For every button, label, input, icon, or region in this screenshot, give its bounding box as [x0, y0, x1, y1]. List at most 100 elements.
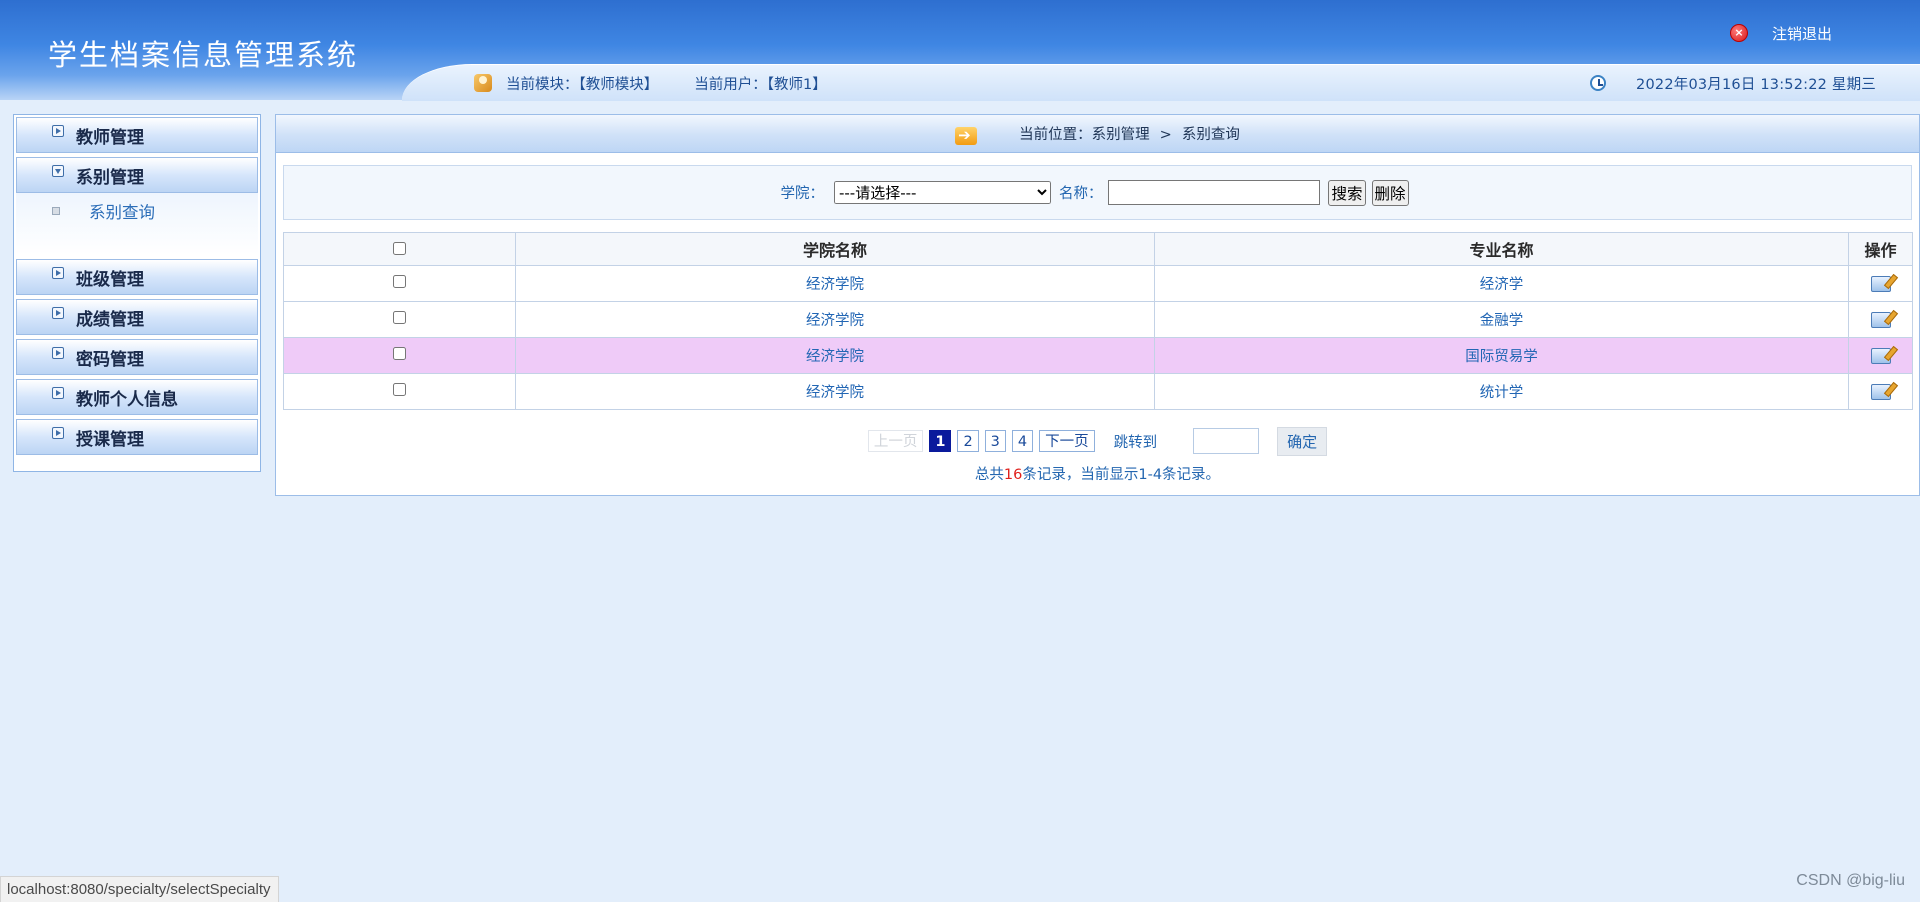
column-header-actions: 操作	[1848, 232, 1913, 266]
row-checkbox[interactable]	[393, 275, 406, 288]
action-cell	[1848, 373, 1913, 410]
breadcrumb-part: 系别管理	[1091, 127, 1150, 143]
sidebar-item-label: 成绩管理	[76, 309, 144, 330]
main-panel: 当前位置：系别管理 > 系别查询 学院： ---请选择--- 名称： 搜索 删除 学…	[275, 114, 1920, 496]
table-row: 经济学院 经济学	[283, 265, 1913, 302]
bullet-icon	[52, 207, 60, 215]
row-checkbox[interactable]	[393, 347, 406, 360]
expand-icon	[52, 347, 64, 359]
page-button-3[interactable]: 3	[984, 430, 1006, 452]
sidebar-item-label: 教师管理	[76, 127, 144, 148]
clock-icon	[1590, 75, 1607, 91]
select-all-checkbox[interactable]	[393, 241, 406, 255]
row-select-cell	[283, 337, 516, 374]
sidebar-item-label: 系别管理	[76, 167, 144, 188]
summary-prefix: 总共	[974, 467, 1004, 483]
datetime-display: 2022年03月16日 13:52:22 星期三	[1590, 72, 1876, 94]
action-cell	[1848, 265, 1913, 302]
sidebar-item-label: 教师个人信息	[76, 389, 178, 410]
sidebar-item-teaching-management[interactable]: 授课管理	[16, 419, 258, 455]
summary-total: 16	[1003, 467, 1023, 483]
breadcrumb: 当前位置：系别管理 > 系别查询	[1019, 123, 1240, 144]
delete-button[interactable]: 删除	[1371, 179, 1409, 206]
breadcrumb-prefix: 当前位置：	[1019, 127, 1092, 143]
sidebar-subitem-label: 系别查询	[89, 203, 155, 222]
major-cell: 金融学	[1154, 301, 1849, 338]
row-select-cell	[283, 373, 516, 410]
action-cell	[1848, 337, 1913, 374]
datetime-text: 2022年03月16日 13:52:22 星期三	[1636, 76, 1876, 93]
current-user: 当前用户：【教师1】	[694, 76, 827, 93]
edit-icon[interactable]	[1870, 275, 1891, 292]
table-row: 经济学院 金融学	[283, 301, 1913, 338]
summary-suffix: 条记录，当前显示1-4条记录。	[1022, 467, 1221, 483]
row-checkbox[interactable]	[393, 311, 406, 324]
edit-icon[interactable]	[1870, 383, 1891, 400]
jump-label: 跳转到	[1113, 434, 1158, 451]
name-input[interactable]	[1108, 180, 1321, 205]
row-select-cell	[283, 265, 516, 302]
expand-icon	[52, 267, 64, 279]
browser-status-bar: localhost:8080/specialty/selectSpecialty	[0, 876, 280, 902]
row-select-cell	[283, 301, 516, 338]
edit-icon[interactable]	[1870, 347, 1891, 364]
arrow-right-icon	[955, 126, 978, 145]
major-cell: 统计学	[1154, 373, 1849, 410]
close-icon: ×	[1729, 24, 1748, 42]
sidebar-item-password-management[interactable]: 密码管理	[16, 339, 258, 375]
page-button-2[interactable]: 2	[957, 430, 979, 452]
logout-label: 注销退出	[1771, 24, 1832, 43]
edit-icon[interactable]	[1870, 311, 1891, 328]
college-cell: 经济学院	[515, 337, 1155, 374]
search-form: 学院： ---请选择--- 名称： 搜索 删除	[283, 165, 1912, 220]
major-cell: 国际贸易学	[1154, 337, 1849, 374]
record-summary: 总共16条记录，当前显示1-4条记录。	[276, 463, 1919, 484]
college-label: 学院：	[780, 186, 824, 202]
sidebar-item-label: 授课管理	[76, 429, 144, 450]
expand-icon	[52, 427, 64, 439]
search-button[interactable]: 搜索	[1328, 179, 1366, 206]
table-row-highlighted: 经济学院 国际贸易学	[283, 337, 1913, 374]
column-header-college: 学院名称	[515, 232, 1155, 266]
sidebar-item-class-management[interactable]: 班级管理	[16, 259, 258, 295]
submenu-department: 系别查询	[16, 193, 258, 255]
pagination: 上一页 1 2 3 4 下一页 跳转到 确定	[276, 426, 1919, 456]
user-icon	[474, 74, 492, 92]
major-cell: 经济学	[1154, 265, 1849, 302]
action-cell	[1848, 301, 1913, 338]
name-label: 名称：	[1058, 186, 1103, 202]
college-cell: 经济学院	[515, 373, 1155, 410]
sidebar-item-teacher-profile[interactable]: 教师个人信息	[16, 379, 258, 415]
sidebar-subitem-department-query[interactable]: 系别查询	[52, 199, 155, 223]
select-all-cell	[283, 232, 516, 266]
jump-page-input[interactable]	[1193, 428, 1260, 454]
collapse-icon	[52, 165, 64, 177]
prev-page-button[interactable]: 上一页	[867, 430, 924, 452]
confirm-jump-button[interactable]: 确定	[1277, 426, 1328, 456]
current-context: 当前模块：【教师模块】 当前用户：【教师1】	[474, 72, 827, 94]
current-module: 当前模块：【教师模块】	[506, 76, 659, 93]
sidebar-item-label: 班级管理	[76, 269, 144, 290]
specialty-table: 学院名称 专业名称 操作 经济学院 经济学 经济学院 金融学 经济学院 国际贸易…	[283, 232, 1913, 410]
sidebar-item-department-management[interactable]: 系别管理	[16, 157, 258, 193]
expand-icon	[52, 125, 64, 137]
college-select[interactable]: ---请选择---	[833, 181, 1051, 204]
college-cell: 经济学院	[515, 301, 1155, 338]
expand-icon	[52, 387, 64, 399]
college-cell: 经济学院	[515, 265, 1155, 302]
sidebar-menu: 教师管理 系别管理 系别查询 班级管理 成绩管理 密码管理 教师个人信息 授课管…	[13, 114, 261, 472]
sidebar-item-grade-management[interactable]: 成绩管理	[16, 299, 258, 335]
row-checkbox[interactable]	[393, 383, 406, 396]
breadcrumb-separator: >	[1159, 127, 1172, 143]
page-button-4[interactable]: 4	[1011, 430, 1034, 452]
table-header-row: 学院名称 专业名称 操作	[283, 232, 1913, 266]
page-button-1[interactable]: 1	[929, 430, 952, 452]
watermark: CSDN @big-liu	[1796, 872, 1905, 889]
next-page-button[interactable]: 下一页	[1039, 430, 1095, 452]
sidebar-item-teacher-management[interactable]: 教师管理	[16, 117, 258, 153]
logout-button[interactable]: × 注销退出	[1729, 22, 1832, 44]
app-title: 学生档案信息管理系统	[48, 38, 359, 72]
column-header-major: 专业名称	[1154, 232, 1849, 266]
sidebar-item-label: 密码管理	[76, 349, 144, 370]
expand-icon	[52, 307, 64, 319]
